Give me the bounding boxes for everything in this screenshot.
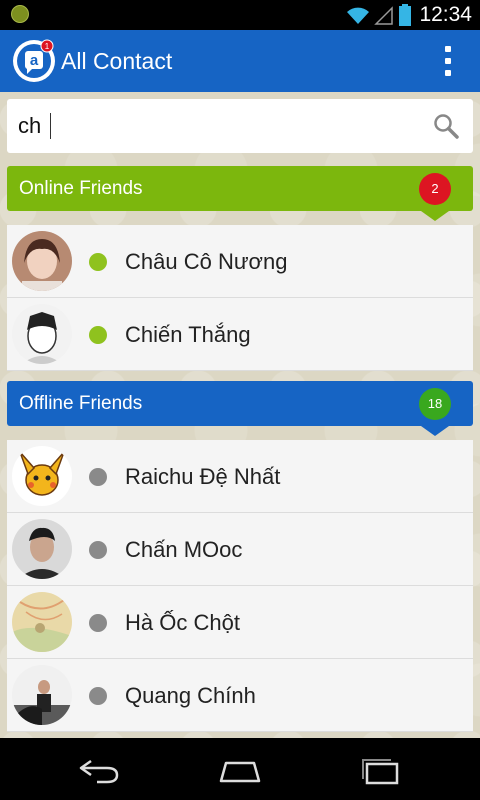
logo-badge: 1	[45, 42, 50, 51]
home-icon[interactable]	[217, 755, 263, 785]
content-area: Online Friends 2 Châu Cô Nương	[0, 92, 480, 738]
status-bar: 12:34	[0, 0, 480, 30]
logo-letter: a	[30, 52, 39, 69]
online-count-badge: 2	[419, 173, 451, 205]
offline-friends-label: Offline Friends	[19, 393, 143, 414]
offline-friends-list: Raichu Đệ Nhất Chấn MOoc Hà Ốc Chột Quan…	[7, 440, 473, 732]
notification-dot-icon	[11, 5, 29, 23]
avatar	[12, 592, 72, 652]
friend-name: Hà Ốc Chột	[125, 610, 240, 635]
search-icon[interactable]	[433, 113, 459, 139]
avatar	[12, 231, 72, 291]
page-title: All Contact	[61, 48, 173, 74]
overflow-menu-icon[interactable]	[444, 46, 452, 76]
avatar	[12, 304, 72, 364]
offline-status-dot	[89, 468, 107, 486]
list-item-friend[interactable]: Quang Chính	[7, 659, 473, 732]
clock: 12:34	[419, 3, 472, 26]
offline-status-dot	[89, 687, 107, 705]
offline-status-dot	[89, 541, 107, 559]
offline-count-badge: 18	[419, 388, 451, 420]
back-icon[interactable]	[77, 755, 123, 785]
list-item-friend[interactable]: Chấn MOoc	[7, 513, 473, 586]
list-item-friend[interactable]: Hà Ốc Chột	[7, 586, 473, 659]
offline-status-dot	[89, 614, 107, 632]
online-status-dot	[89, 326, 107, 344]
avatar	[12, 519, 72, 579]
header-notch	[421, 426, 449, 436]
status-icons: 12:34	[346, 0, 472, 30]
list-item-friend[interactable]: Chiến Thắng	[7, 298, 473, 371]
online-friends-header[interactable]: Online Friends 2	[7, 166, 473, 221]
battery-icon	[399, 4, 412, 26]
list-item-friend[interactable]: Châu Cô Nương	[7, 225, 473, 298]
friend-name: Chấn MOoc	[125, 537, 243, 562]
avatar	[12, 665, 72, 725]
signal-icon	[374, 6, 394, 25]
avatar	[12, 446, 72, 506]
list-item-friend[interactable]: Raichu Đệ Nhất	[7, 440, 473, 513]
wifi-icon	[347, 7, 370, 24]
friend-name: Quang Chính	[125, 683, 256, 708]
app-logo-icon[interactable]: a 1	[12, 39, 56, 83]
friend-name: Raichu Đệ Nhất	[125, 464, 281, 489]
text-caret	[50, 113, 51, 139]
navigation-bar	[0, 738, 480, 800]
friend-name: Chiến Thắng	[125, 322, 251, 347]
header-notch	[421, 211, 449, 221]
friend-name: Châu Cô Nương	[125, 249, 288, 274]
online-status-dot	[89, 253, 107, 271]
online-friends-label: Online Friends	[19, 178, 143, 199]
search-box	[7, 99, 473, 153]
recent-apps-icon[interactable]	[357, 755, 403, 785]
online-friends-list: Châu Cô Nương Chiến Thắng	[7, 225, 473, 371]
search-input[interactable]	[18, 111, 418, 141]
app-bar: a 1 All Contact	[0, 30, 480, 92]
offline-friends-header[interactable]: Offline Friends 18	[7, 381, 473, 436]
